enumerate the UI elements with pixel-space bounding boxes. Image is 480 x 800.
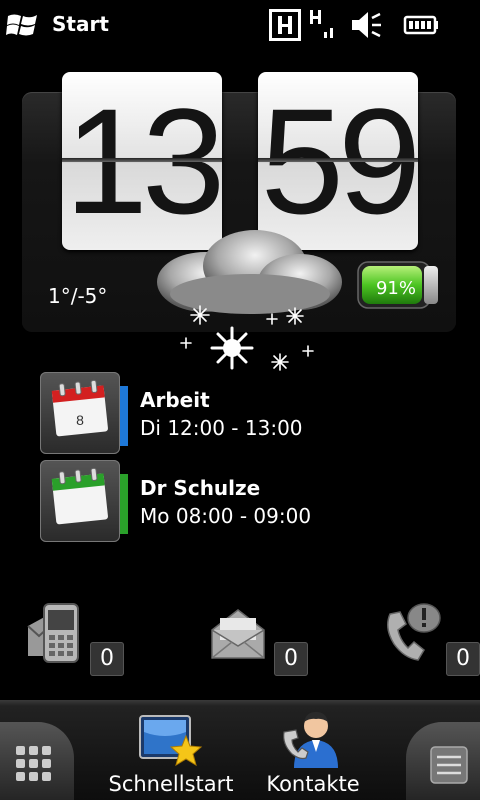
- grid-icon: [16, 746, 51, 781]
- tab-kontakte[interactable]: Kontakte: [266, 710, 360, 796]
- status-bar: Start: [0, 0, 480, 50]
- sms-notification[interactable]: 0: [24, 600, 124, 680]
- tab-label: Kontakte: [266, 772, 360, 796]
- appointment-item[interactable]: 8 Arbeit Di 12:00 - 13:00: [40, 372, 440, 456]
- missed-calls-count: 0: [446, 642, 480, 676]
- temperature: 1°/-5°: [48, 284, 108, 308]
- appointment-time: Mo 08:00 - 09:00: [140, 504, 312, 528]
- tab-schnellstart[interactable]: Schnellstart: [109, 710, 234, 796]
- appointment-title: Dr Schulze: [140, 476, 261, 500]
- windows-start-icon[interactable]: [6, 10, 40, 40]
- appointment-title: Arbeit: [140, 388, 210, 412]
- mute-icon: [352, 12, 381, 38]
- appointment-item[interactable]: Dr Schulze Mo 08:00 - 09:00: [40, 460, 440, 544]
- quick-launch-icon: [139, 715, 203, 767]
- calendar-color-bar: [120, 474, 128, 534]
- missed-calls-notification[interactable]: 0: [380, 600, 480, 680]
- phone-sms-icon: [27, 603, 79, 663]
- calendar-icon-box: [40, 460, 120, 542]
- tab-label: Schnellstart: [108, 772, 234, 796]
- battery-percent: 91%: [375, 278, 416, 299]
- menu-icon: [430, 746, 468, 784]
- calendar-icon: [51, 467, 108, 525]
- sms-count: 0: [90, 642, 124, 676]
- signal-icon: [310, 10, 333, 38]
- snow-cloud-icon: [157, 230, 342, 371]
- status-title[interactable]: Start: [52, 12, 109, 36]
- flip-hinge: [258, 158, 418, 162]
- battery-icon: [403, 15, 438, 35]
- appointment-time: Di 12:00 - 13:00: [140, 416, 303, 440]
- email-count: 0: [274, 642, 308, 676]
- calendar-day-number: 8: [76, 412, 84, 428]
- all-programs-button[interactable]: [0, 722, 74, 800]
- calendar-color-bar: [120, 386, 128, 446]
- email-notification[interactable]: 0: [208, 600, 308, 680]
- flip-hinge: [62, 158, 222, 162]
- email-icon: [211, 609, 265, 659]
- contacts-icon: [283, 712, 338, 768]
- calendar-icon-box: 8: [40, 372, 120, 454]
- h-network-icon: [269, 9, 301, 41]
- bottom-tab-bar: Schnellstart Kontakte: [0, 700, 480, 800]
- menu-button[interactable]: [406, 722, 480, 800]
- missed-call-icon: [387, 603, 441, 661]
